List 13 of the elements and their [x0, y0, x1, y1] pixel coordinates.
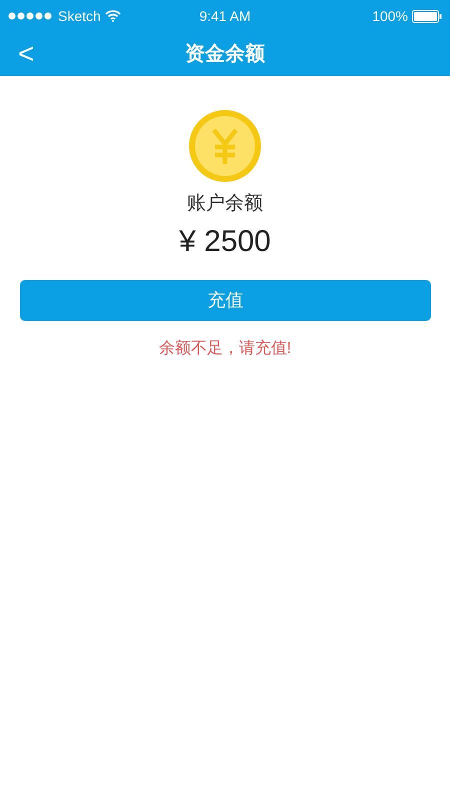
wifi-icon — [104, 10, 121, 22]
signal-icon — [8, 12, 54, 20]
status-time: 9:41 AM — [199, 6, 251, 26]
warning-message: 余额不足，请充值! — [158, 340, 292, 356]
coin-icon — [189, 110, 261, 182]
battery-percent: 100% — [372, 6, 408, 26]
balance-amount: ¥ 2500 — [179, 224, 271, 260]
recharge-button[interactable]: 充值 — [20, 280, 431, 320]
back-button[interactable]: < — [12, 38, 40, 70]
page-title: 资金余额 — [185, 42, 265, 67]
balance-label: 账户余额 — [187, 192, 263, 216]
battery-icon — [412, 10, 442, 22]
carrier-name: Sketch — [58, 6, 101, 26]
